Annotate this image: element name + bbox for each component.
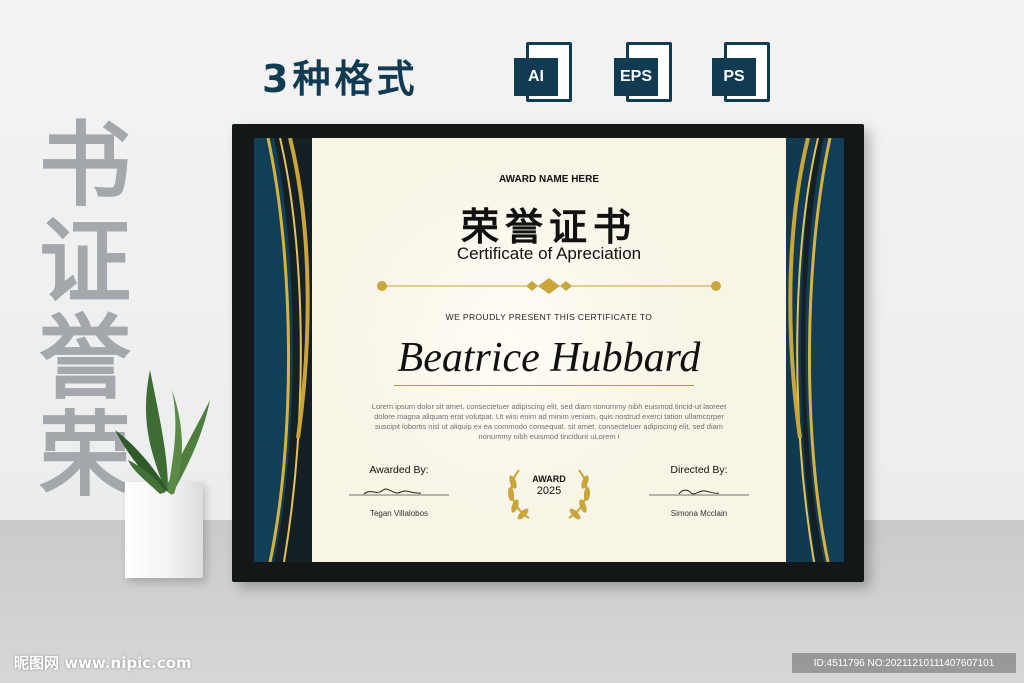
signature-mark (349, 488, 449, 496)
seal-label: AWARD (532, 474, 566, 484)
certificate-title-en: Certificate of Apreciation (456, 244, 642, 263)
format-label-eps: EPS (614, 58, 658, 96)
recipient-underline (394, 385, 694, 386)
recipient-name: Beatrice Hubbard (397, 335, 701, 381)
certificate-body-text: Lorem ipsum dolor sit amet, consectetuer… (371, 402, 727, 441)
award-name: AWARD NAME HERE (498, 174, 599, 185)
ornament-divider (377, 278, 721, 294)
signature-mark (649, 489, 749, 496)
certificate-title-cn: 荣誉证书 (460, 205, 637, 249)
directed-by-label: Directed By: (670, 464, 728, 476)
awarded-by-block: Awarded By: Tegan Villalobos (324, 464, 474, 518)
ai-file-icon: AI (514, 42, 574, 104)
certificate-paper: AWARD NAME HERE 荣誉证书 Certificate of Apre… (254, 138, 844, 562)
awarded-by-label: Awarded By: (369, 464, 429, 476)
seal-year: 2025 (536, 485, 562, 497)
award-seal: AWARD 2025 (499, 460, 599, 524)
directed-by-name: Simona Mcclain (670, 509, 728, 518)
plant-leaves (115, 370, 210, 495)
watermark-right: ID:4511796 NO:20211210111407607101 (792, 653, 1016, 673)
awarded-by-name: Tegan Villalobos (369, 509, 429, 518)
format-label-ps: PS (712, 58, 756, 96)
format-label-ai: AI (514, 58, 558, 96)
vertical-char: 书 (38, 112, 131, 219)
eps-file-icon: EPS (614, 42, 674, 104)
directed-by-block: Directed By: Simona Mcclain (624, 464, 774, 518)
formats-title: 3种格式 (262, 57, 419, 101)
watermark-left: 昵图网 www.nipic.com (14, 654, 192, 672)
ps-file-icon: PS (712, 42, 772, 104)
vertical-char: 证 (38, 208, 131, 316)
present-text: WE PROUDLY PRESENT THIS CERTIFICATE TO (445, 312, 653, 322)
